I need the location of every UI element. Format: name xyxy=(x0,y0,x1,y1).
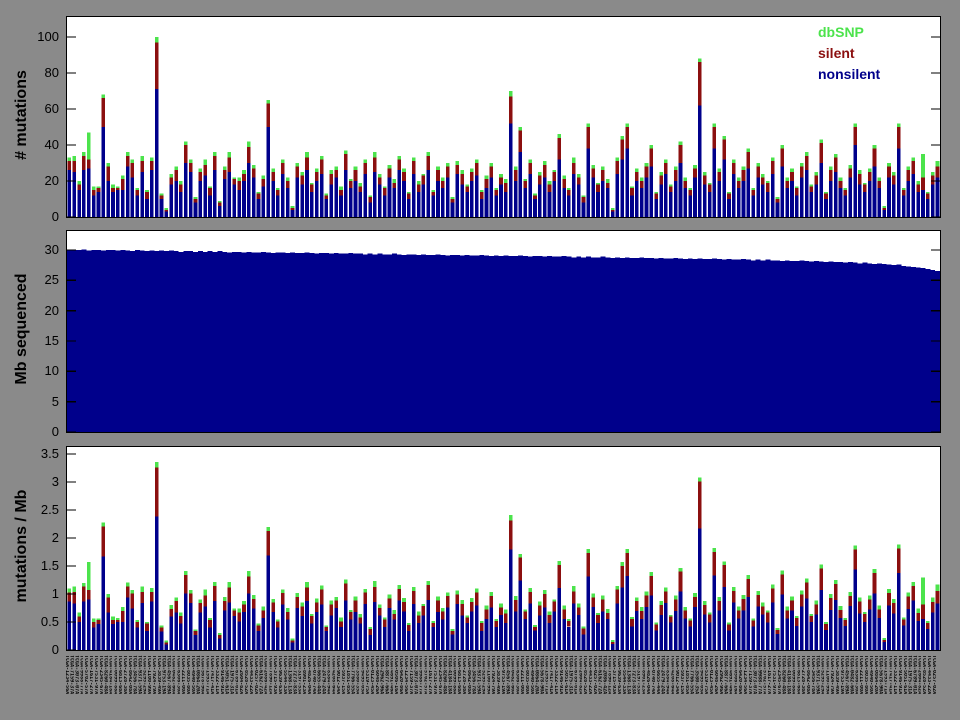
y-tick-label: 0 xyxy=(0,642,59,657)
y-tick-label: 10 xyxy=(0,363,59,378)
y-tick-label: 1.5 xyxy=(0,558,59,573)
x-tick-labels-illegible: TCGA-1234-56ATCGA-7159-37ATCGA-3073-07AT… xyxy=(64,655,942,720)
y-tick-label: 2 xyxy=(0,530,59,545)
y-tick-label: 3 xyxy=(0,474,59,489)
y-tick-label: 100 xyxy=(0,29,59,44)
y-tick-label: 0 xyxy=(0,209,59,224)
y-tick-label: 30 xyxy=(0,242,59,257)
y-tick-label: 80 xyxy=(0,65,59,80)
legend-item-dbsnp: dbSNP xyxy=(818,22,880,43)
mutations-panel xyxy=(66,16,941,218)
y-tick-label: 60 xyxy=(0,101,59,116)
y-tick-label: 0 xyxy=(0,424,59,439)
y-tick-label: 2.5 xyxy=(0,502,59,517)
mutations-per-mb-panel xyxy=(66,446,941,651)
y-tick-label: 40 xyxy=(0,137,59,152)
y-tick-label: 0.5 xyxy=(0,614,59,629)
mb-sequenced-bars-svg xyxy=(67,231,940,432)
y-tick-label: 5 xyxy=(0,394,59,409)
legend-item-nonsilent: nonsilent xyxy=(818,64,880,85)
y-tick-label: 3.5 xyxy=(0,446,59,461)
legend-item-silent: silent xyxy=(818,43,880,64)
x-tick-label: TCGA-0257-02A xyxy=(931,655,936,720)
y-tick-label: 1 xyxy=(0,586,59,601)
y-tick-label: 25 xyxy=(0,272,59,287)
mb-sequenced-panel xyxy=(66,230,941,433)
legend: dbSNP silent nonsilent xyxy=(818,22,880,85)
y-tick-label: 15 xyxy=(0,333,59,348)
y-tick-label: 20 xyxy=(0,173,59,188)
y-tick-label: 20 xyxy=(0,303,59,318)
mutations-bars-svg xyxy=(67,17,940,217)
mutations-per-mb-bars-svg xyxy=(67,447,940,650)
